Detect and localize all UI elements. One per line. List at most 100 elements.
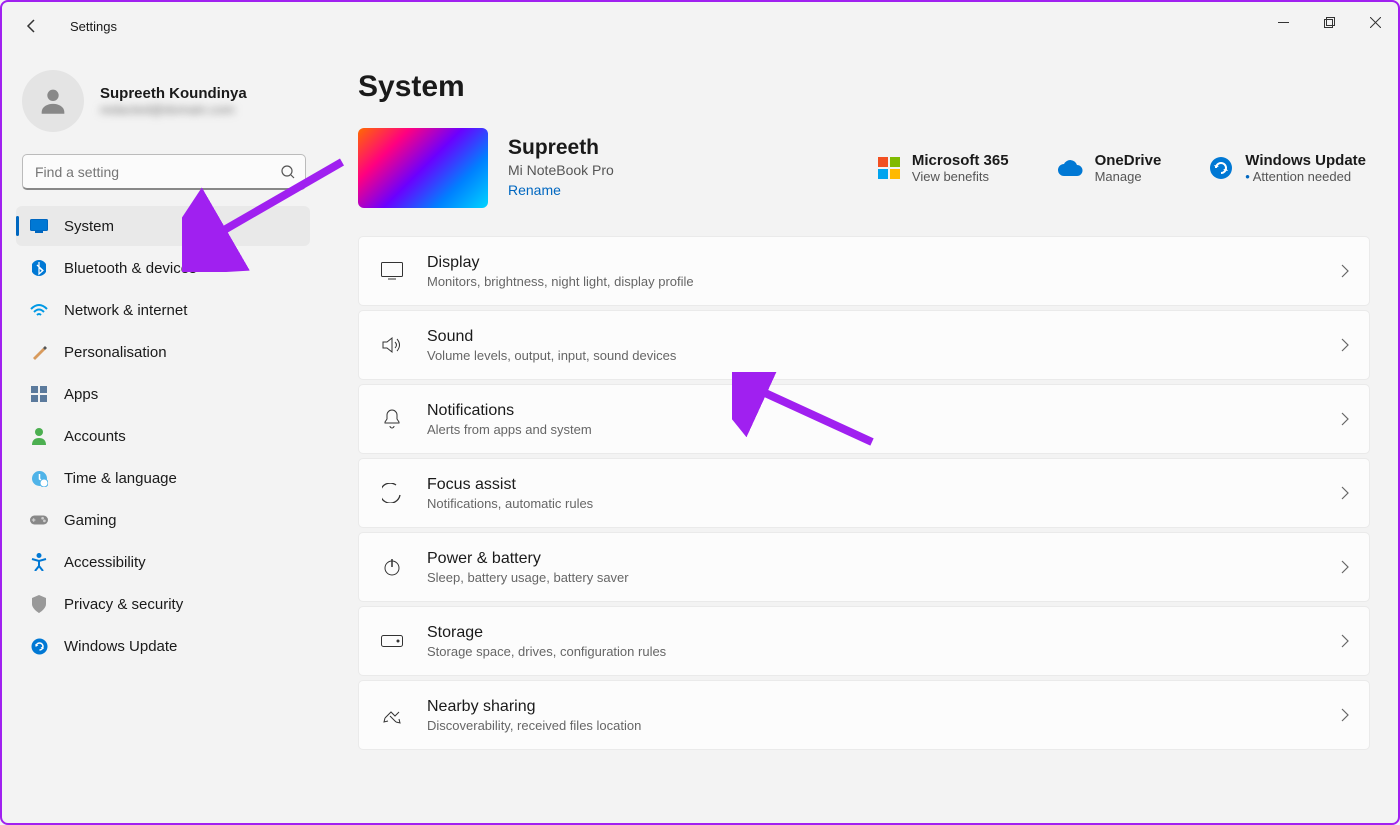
card-title: Power & battery bbox=[427, 550, 1319, 568]
sidebar-item-label: Personalisation bbox=[64, 344, 167, 361]
sidebar-item-accounts[interactable]: Accounts bbox=[16, 416, 310, 456]
sidebar-item-label: Accounts bbox=[64, 428, 126, 445]
gaming-icon bbox=[30, 511, 48, 529]
chevron-right-icon bbox=[1341, 486, 1349, 500]
user-name: Supreeth Koundinya bbox=[100, 85, 247, 102]
hero-card-sub: View benefits bbox=[912, 169, 1009, 184]
minimize-icon bbox=[1278, 17, 1289, 28]
sidebar-item-label: System bbox=[64, 218, 114, 235]
chevron-right-icon bbox=[1341, 264, 1349, 278]
person-icon bbox=[36, 84, 70, 118]
network-icon bbox=[30, 301, 48, 319]
maximize-icon bbox=[1324, 17, 1335, 28]
card-title: Focus assist bbox=[427, 476, 1319, 494]
sidebar-item-label: Time & language bbox=[64, 470, 177, 487]
sidebar-item-bluetooth[interactable]: Bluetooth & devices bbox=[16, 248, 310, 288]
sidebar-item-label: Windows Update bbox=[64, 638, 177, 655]
settings-card-notifications[interactable]: Notifications Alerts from apps and system bbox=[358, 384, 1370, 454]
sidebar-item-apps[interactable]: Apps bbox=[16, 374, 310, 414]
display-icon bbox=[379, 262, 405, 280]
sidebar-item-label: Bluetooth & devices bbox=[64, 260, 197, 277]
card-title: Display bbox=[427, 254, 1319, 272]
page-title: System bbox=[358, 70, 1370, 104]
search-input[interactable] bbox=[22, 154, 306, 190]
back-arrow-icon bbox=[24, 18, 40, 34]
sidebar-item-system[interactable]: System bbox=[16, 206, 310, 246]
privacy-icon bbox=[30, 595, 48, 613]
device-image bbox=[358, 128, 488, 208]
hero-card-sub: Manage bbox=[1095, 169, 1162, 184]
card-desc: Alerts from apps and system bbox=[427, 422, 1319, 437]
app-title: Settings bbox=[70, 19, 117, 34]
storage-icon bbox=[379, 635, 405, 647]
system-icon bbox=[30, 217, 48, 235]
update-icon bbox=[30, 637, 48, 655]
avatar bbox=[22, 70, 84, 132]
maximize-button[interactable] bbox=[1306, 2, 1352, 42]
notifications-icon bbox=[379, 409, 405, 429]
chevron-right-icon bbox=[1341, 634, 1349, 648]
card-desc: Notifications, automatic rules bbox=[427, 496, 1319, 511]
sidebar-item-personalisation[interactable]: Personalisation bbox=[16, 332, 310, 372]
sound-icon bbox=[379, 336, 405, 354]
card-desc: Volume levels, output, input, sound devi… bbox=[427, 348, 1319, 363]
sidebar-item-gaming[interactable]: Gaming bbox=[16, 500, 310, 540]
sidebar-item-label: Accessibility bbox=[64, 554, 146, 571]
sidebar-item-network[interactable]: Network & internet bbox=[16, 290, 310, 330]
card-title: Sound bbox=[427, 328, 1319, 346]
apps-icon bbox=[30, 385, 48, 403]
card-desc: Monitors, brightness, night light, displ… bbox=[427, 274, 1319, 289]
settings-card-storage[interactable]: Storage Storage space, drives, configurat… bbox=[358, 606, 1370, 676]
close-button[interactable] bbox=[1352, 2, 1398, 42]
settings-card-power[interactable]: Power & batterySleep, battery usage, bat… bbox=[358, 532, 1370, 602]
sidebar-item-update[interactable]: Windows Update bbox=[16, 626, 310, 666]
card-title: Storage bbox=[427, 624, 1319, 642]
hero-card-sub: Attention needed bbox=[1245, 169, 1366, 184]
settings-card-sound[interactable]: Sound Volume levels, output, input, sound… bbox=[358, 310, 1370, 380]
windows-update-icon bbox=[1209, 156, 1233, 180]
user-profile[interactable]: Supreeth Koundinya redacted@domain.com bbox=[10, 62, 310, 140]
settings-card-display[interactable]: Display Monitors, brightness, night light… bbox=[358, 236, 1370, 306]
personalisation-icon bbox=[30, 343, 48, 361]
user-email: redacted@domain.com bbox=[100, 102, 247, 117]
sidebar-item-label: Apps bbox=[64, 386, 98, 403]
sidebar-item-privacy[interactable]: Privacy & security bbox=[16, 584, 310, 624]
card-title: Nearby sharing bbox=[427, 698, 1319, 716]
chevron-right-icon bbox=[1341, 708, 1349, 722]
back-button[interactable] bbox=[14, 8, 50, 44]
close-icon bbox=[1370, 17, 1381, 28]
hero-card-title: OneDrive bbox=[1095, 152, 1162, 169]
power-icon bbox=[379, 557, 405, 577]
card-title: Notifications bbox=[427, 402, 1319, 420]
time-icon bbox=[30, 469, 48, 487]
device-model: Mi NoteBook Pro bbox=[508, 162, 614, 178]
sidebar-item-accessibility[interactable]: Accessibility bbox=[16, 542, 310, 582]
hero-card-ms365[interactable]: Microsoft 365View benefits bbox=[874, 148, 1013, 188]
search-icon bbox=[280, 164, 296, 180]
chevron-right-icon bbox=[1341, 560, 1349, 574]
accounts-icon bbox=[30, 427, 48, 445]
nearby-icon bbox=[379, 705, 405, 725]
settings-card-nearby[interactable]: Nearby sharing Discoverability, received … bbox=[358, 680, 1370, 750]
focus-icon bbox=[379, 483, 405, 503]
sidebar-item-label: Gaming bbox=[64, 512, 117, 529]
hero-card-title: Windows Update bbox=[1245, 152, 1366, 169]
sidebar-item-label: Privacy & security bbox=[64, 596, 183, 613]
settings-card-focus[interactable]: Focus assist Notifications, automatic rul… bbox=[358, 458, 1370, 528]
sidebar-item-time[interactable]: Time & language bbox=[16, 458, 310, 498]
device-name: Supreeth bbox=[508, 136, 614, 160]
sidebar-item-label: Network & internet bbox=[64, 302, 187, 319]
onedrive-icon bbox=[1057, 159, 1083, 177]
card-desc: Storage space, drives, configuration rul… bbox=[427, 644, 1319, 659]
card-desc: Discoverability, received files location bbox=[427, 718, 1319, 733]
hero-card-title: Microsoft 365 bbox=[912, 152, 1009, 169]
rename-link[interactable]: Rename bbox=[508, 182, 561, 198]
accessibility-icon bbox=[30, 553, 48, 571]
microsoft-logo-icon bbox=[878, 157, 900, 179]
hero-card-onedrive[interactable]: OneDriveManage bbox=[1053, 148, 1166, 188]
chevron-right-icon bbox=[1341, 412, 1349, 426]
minimize-button[interactable] bbox=[1260, 2, 1306, 42]
bluetooth-icon bbox=[30, 259, 48, 277]
hero-card-winupdate[interactable]: Windows UpdateAttention needed bbox=[1205, 148, 1370, 188]
chevron-right-icon bbox=[1341, 338, 1349, 352]
